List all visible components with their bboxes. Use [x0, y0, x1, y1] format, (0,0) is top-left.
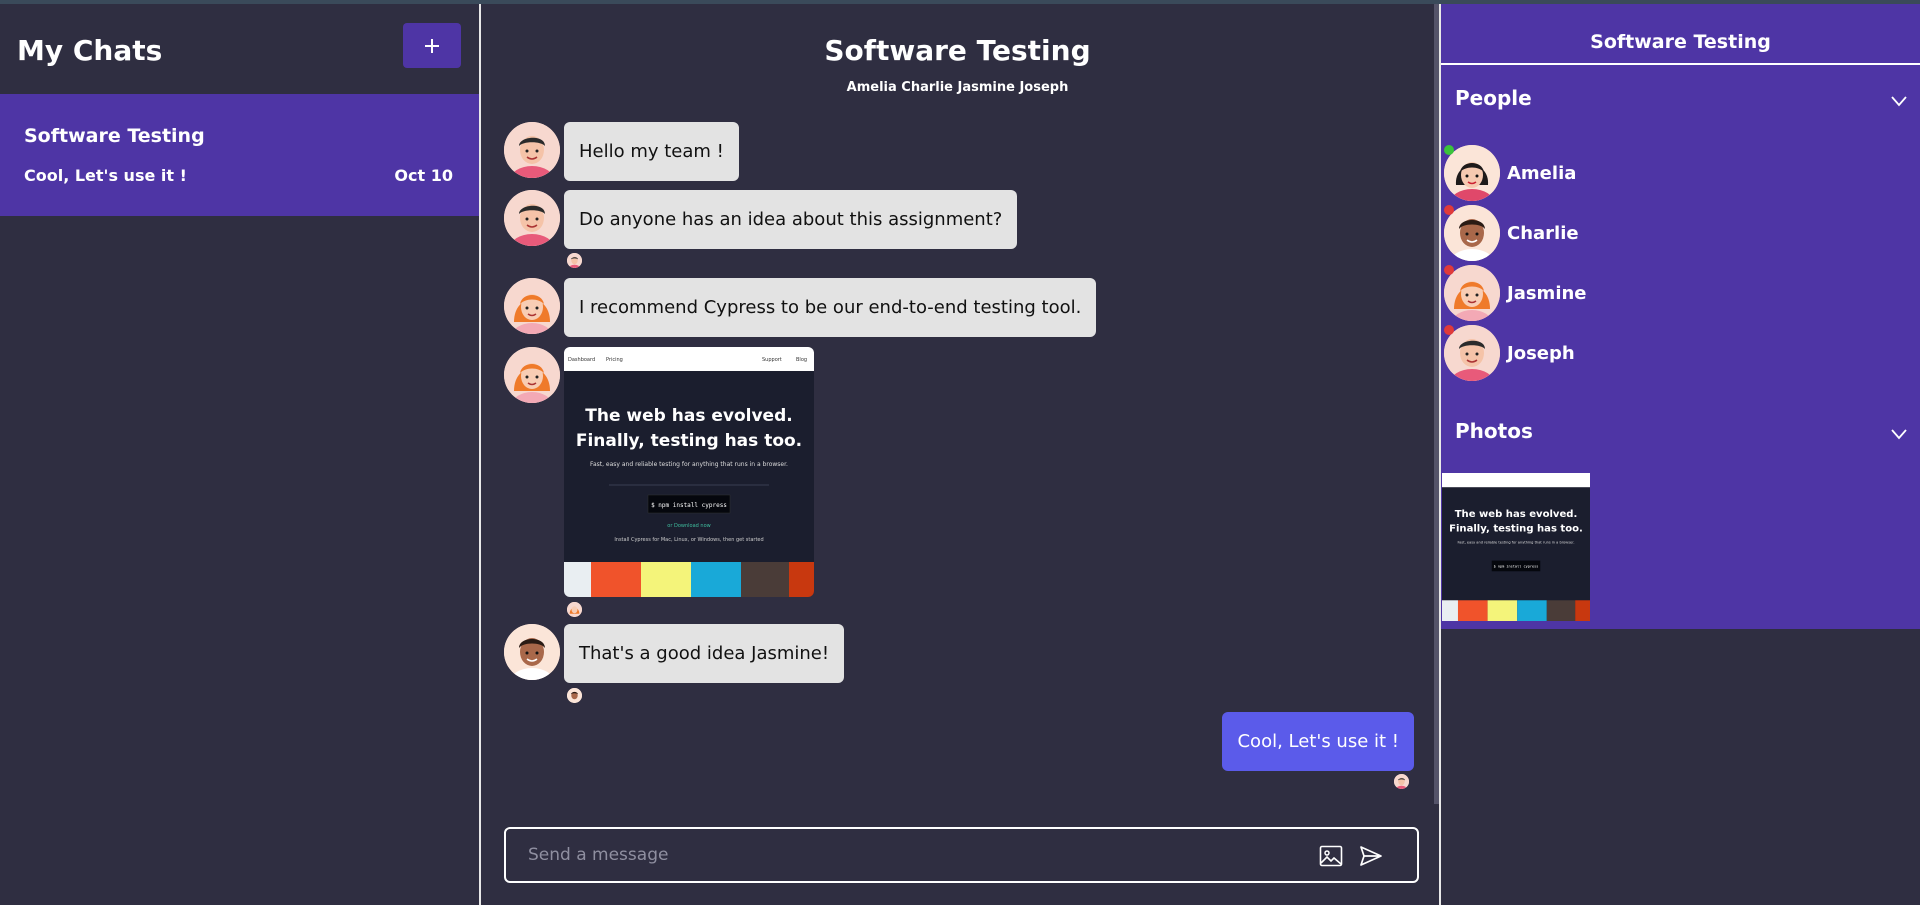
read-receipt-avatar: [567, 688, 582, 703]
plus-icon: [425, 38, 439, 53]
chat-details-panel: Software Testing People Amelia Charlie J…: [1441, 4, 1920, 629]
offline-status-dot: [1444, 205, 1454, 215]
chat-window: Software Testing Amelia Charlie Jasmine …: [481, 4, 1434, 905]
message-input[interactable]: [528, 841, 1308, 869]
send-button[interactable]: [1356, 841, 1386, 871]
chat-item-last-message: Cool, Let's use it !: [24, 166, 187, 185]
image-headline-2: Finally, testing has too.: [576, 431, 802, 451]
chat-item-name: Software Testing: [24, 125, 205, 147]
image-nav-item: Support: [762, 357, 782, 363]
image-command: $ npm install cypress: [651, 502, 727, 509]
chevron-down-icon[interactable]: [1890, 425, 1908, 443]
person-name: Amelia: [1507, 163, 1577, 184]
shared-image-message[interactable]: Dashboard Pricing Support Blog The web h…: [564, 347, 814, 597]
avatar-jasmine[interactable]: [504, 278, 560, 334]
image-nav-item: Pricing: [606, 357, 623, 363]
image-nav-item: Blog: [796, 357, 807, 363]
thumb-headline-1: The web has evolved.: [1455, 509, 1578, 520]
person-item-joseph[interactable]: Joseph: [1444, 325, 1744, 381]
thumb-command: $ npm install cypress: [1494, 565, 1539, 569]
thumb-headline-2: Finally, testing has too.: [1449, 524, 1583, 535]
new-chat-button[interactable]: [403, 23, 461, 68]
person-item-amelia[interactable]: Amelia: [1444, 145, 1744, 201]
read-receipt-avatar: [1394, 774, 1409, 789]
image-headline-1: The web has evolved.: [585, 406, 792, 426]
offline-status-dot: [1444, 265, 1454, 275]
person-item-jasmine[interactable]: Jasmine: [1444, 265, 1744, 321]
message-bubble: That's a good idea Jasmine!: [564, 624, 845, 683]
chat-members: Amelia Charlie Jasmine Joseph: [846, 80, 1069, 95]
cypress-screenshot-thumbnail: The web has evolved. Finally, testing ha…: [1442, 473, 1590, 621]
person-name: Charlie: [1507, 223, 1579, 244]
chat-list-item[interactable]: Software Testing Cool, Let's use it ! Oc…: [0, 94, 479, 216]
image-icon: [1319, 845, 1343, 867]
avatar-charlie[interactable]: [504, 624, 560, 680]
chat-title: Software Testing: [824, 34, 1091, 67]
chevron-down-icon[interactable]: [1890, 92, 1908, 110]
person-item-charlie[interactable]: Charlie: [1444, 205, 1744, 261]
image-download: or Download now: [667, 523, 710, 529]
details-title: Software Testing: [1590, 31, 1771, 53]
image-install-note: Install Cypress for Mac, Linux, or Windo…: [614, 537, 763, 543]
attach-image-button[interactable]: [1316, 841, 1346, 871]
offline-status-dot: [1444, 325, 1454, 335]
message-bubble: Do anyone has an idea about this assignm…: [564, 190, 1018, 249]
person-name: Jasmine: [1507, 283, 1587, 304]
message-bubble: I recommend Cypress to be our end-to-end…: [564, 278, 1097, 337]
cypress-screenshot: Dashboard Pricing Support Blog The web h…: [564, 347, 814, 597]
thumb-subtitle: Fast, easy and reliable testing for anyt…: [1458, 540, 1575, 544]
photo-thumbnail[interactable]: The web has evolved. Finally, testing ha…: [1442, 473, 1590, 621]
details-divider: [1441, 63, 1920, 65]
read-receipt-avatar: [567, 253, 582, 268]
chat-item-date: Oct 10: [394, 166, 453, 185]
own-message-bubble: Cool, Let's use it !: [1222, 712, 1414, 771]
online-status-dot: [1444, 145, 1454, 155]
my-chats-title: My Chats: [17, 34, 163, 67]
message-composer: [504, 827, 1419, 883]
avatar-joseph[interactable]: [504, 190, 560, 246]
chat-list-sidebar: My Chats Software Testing Cool, Let's us…: [0, 4, 479, 905]
send-icon: [1360, 846, 1382, 866]
image-nav-item: Dashboard: [568, 357, 595, 363]
image-subtitle: Fast, easy and reliable testing for anyt…: [590, 461, 788, 468]
message-bubble: Hello my team !: [564, 122, 739, 181]
people-section-header[interactable]: People: [1455, 86, 1532, 110]
avatar-jasmine[interactable]: [504, 347, 560, 403]
photos-section-header[interactable]: Photos: [1455, 419, 1533, 443]
read-receipt-avatar: [567, 602, 582, 617]
avatar-joseph[interactable]: [504, 122, 560, 178]
person-name: Joseph: [1507, 343, 1575, 364]
